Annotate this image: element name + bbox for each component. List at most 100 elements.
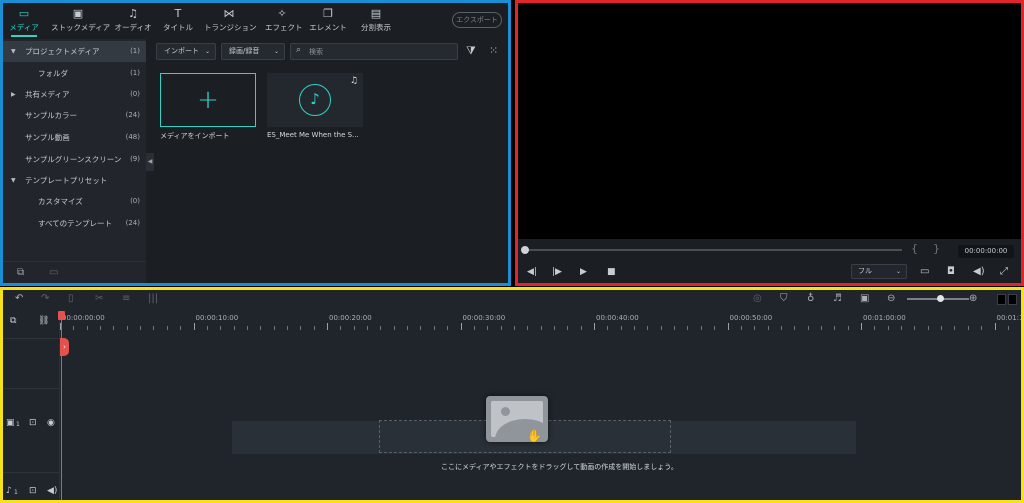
- sidebar-item-sample-videos[interactable]: サンプル動画 (48): [3, 127, 146, 148]
- layout-panel-icon[interactable]: [1008, 294, 1017, 305]
- tab-effects[interactable]: ✧ エフェクト: [265, 7, 303, 37]
- zoom-out-icon[interactable]: ⊖: [887, 293, 895, 304]
- import-dropdown[interactable]: インポート ⌄: [156, 43, 216, 60]
- ruler-tick: [260, 326, 262, 330]
- step-back-icon[interactable]: ◀|: [527, 267, 537, 277]
- tab-titles[interactable]: T タイトル: [163, 7, 193, 37]
- ruler-tick: [300, 326, 302, 330]
- export-button[interactable]: エクスポート: [452, 12, 502, 28]
- microphone-icon[interactable]: ♁: [807, 293, 814, 304]
- tab-transitions[interactable]: ⋈ トランジション: [204, 7, 257, 37]
- ruler-tick: [567, 326, 569, 330]
- sidebar-item-all-templates[interactable]: すべてのテンプレート (24): [3, 213, 146, 234]
- render-preview-icon[interactable]: ◎: [753, 293, 762, 304]
- lock-icon[interactable]: ⊡: [29, 418, 37, 428]
- ruler-tick: [1007, 326, 1009, 330]
- sidebar-item-sample-green-screen[interactable]: サンプルグリーンスクリーン (9): [3, 149, 146, 170]
- grid-view-icon[interactable]: ⁙: [489, 44, 498, 57]
- sidebar-item-sample-colors[interactable]: サンプルカラー (24): [3, 105, 146, 126]
- step-forward-icon[interactable]: |▶: [552, 267, 562, 277]
- audio-mixer-icon[interactable]: ♬: [833, 293, 842, 304]
- ruler-tick: [727, 323, 729, 330]
- tab-media[interactable]: ▭ メディア: [9, 7, 39, 37]
- collapse-sidebar-handle[interactable]: ◀: [146, 153, 154, 171]
- tab-split-screen[interactable]: ▤ 分割表示: [357, 7, 395, 37]
- expand-arrow-icon[interactable]: ▼: [11, 170, 16, 191]
- play-icon[interactable]: ▶: [580, 267, 587, 277]
- fullscreen-icon[interactable]: ⤢: [1000, 266, 1008, 277]
- expand-arrow-icon[interactable]: ▼: [11, 41, 16, 62]
- sidebar-item-shared-media[interactable]: ▶ 共有メディア (0): [3, 84, 146, 105]
- eye-icon[interactable]: ◉: [47, 418, 55, 428]
- track-separator: [3, 388, 60, 389]
- ruler-tick: [246, 326, 248, 330]
- timeline-toolbar: ↶ ↷ ▯ ✂ ≡ ||| ◎ ⛉ ♁ ♬ ▣ ⊖ ⊕: [3, 290, 1021, 308]
- folder-icon[interactable]: ▭: [49, 267, 58, 278]
- ruler-tick: [834, 326, 836, 330]
- volume-icon[interactable]: ◀): [973, 266, 985, 277]
- timeline-tracks[interactable]: ✋ ここにメディアやエフェクトをドラッグして動画の作成を開始しましょう。: [61, 334, 1021, 500]
- search-input[interactable]: [309, 45, 449, 58]
- ruler-tick: [473, 326, 475, 330]
- link-icon[interactable]: ⛓: [38, 316, 49, 326]
- ruler-time-label: 00:00:20:00: [329, 314, 372, 322]
- playhead-handle[interactable]: [58, 311, 65, 320]
- cut-scissors-icon[interactable]: ✂: [95, 293, 103, 304]
- expand-arrow-icon[interactable]: ▶: [11, 84, 16, 105]
- ruler-tick: [447, 326, 449, 330]
- import-media-tile[interactable]: +: [160, 73, 256, 127]
- adjust-sliders-icon[interactable]: ≡: [122, 293, 130, 304]
- ruler-tick: [994, 323, 996, 330]
- sidebar-item-project-media[interactable]: ▼ プロジェクトメディア (1): [3, 41, 146, 62]
- ruler-tick: [86, 326, 88, 330]
- preview-scrubber[interactable]: [521, 246, 902, 254]
- ruler-tick: [313, 326, 315, 330]
- sidebar-item-template-presets[interactable]: ▼ テンプレートプリセット: [3, 170, 146, 191]
- pip-icon[interactable]: ▣: [860, 293, 869, 304]
- timeline-zoom-slider[interactable]: [907, 295, 969, 302]
- ruler-time-label: 00:00:40:00: [596, 314, 639, 322]
- record-dropdown[interactable]: 録画/録音 ⌄: [221, 43, 285, 60]
- timeline-ruler[interactable]: 00:00:00:00 00:00:10:00 00:00:20:00 00:00:3…: [60, 312, 1021, 332]
- track-header: ⧉ ⛓ ▣ 1 ⊡ ◉ ♪ 1 ⊡ ◀): [3, 312, 60, 500]
- music-disc-icon: ♪: [299, 84, 331, 116]
- tab-stock-media[interactable]: ▣ ストックメディア: [51, 7, 110, 37]
- mark-in-icon[interactable]: {: [911, 242, 918, 255]
- zoom-in-icon[interactable]: ⊕: [969, 293, 977, 304]
- ruler-tick: [660, 326, 662, 330]
- ruler-tick: [353, 326, 355, 330]
- tab-audio[interactable]: ♫ オーディオ: [114, 7, 152, 37]
- ruler-tick: [740, 326, 742, 330]
- scrubber-knob[interactable]: [521, 246, 529, 254]
- redo-icon[interactable]: ↷: [41, 293, 49, 304]
- ruler-tick: [794, 326, 796, 330]
- filter-icon[interactable]: ⧩: [466, 44, 476, 58]
- ruler-tick: [420, 326, 422, 330]
- speaker-icon[interactable]: ◀): [47, 486, 57, 496]
- zoom-slider-knob[interactable]: [937, 295, 944, 302]
- ruler-tick: [981, 326, 983, 330]
- playhead-track-marker[interactable]: ›: [60, 338, 69, 356]
- marker-shield-icon[interactable]: ⛉: [780, 293, 788, 304]
- add-track-icon[interactable]: ⧉: [10, 316, 16, 326]
- sidebar-item-customize[interactable]: カスタマイズ (0): [3, 191, 146, 212]
- ruler-tick: [674, 326, 676, 330]
- lock-icon[interactable]: ⊡: [29, 486, 37, 496]
- mark-out-icon[interactable]: }: [933, 242, 940, 255]
- display-monitor-icon[interactable]: ▭: [920, 266, 929, 277]
- snapshot-camera-icon[interactable]: ◘: [947, 266, 955, 277]
- layout-panel-icon[interactable]: [997, 294, 1006, 305]
- audio-waveform-icon[interactable]: |||: [148, 293, 158, 304]
- undo-icon[interactable]: ↶: [15, 293, 23, 304]
- tab-elements[interactable]: ❐ エレメント: [309, 7, 347, 37]
- search-box[interactable]: ⌕: [290, 43, 458, 60]
- media-tab-bar: ▭ メディア ▣ ストックメディア ♫ オーディオ T タイトル ⋈ トランジシ…: [3, 3, 508, 39]
- plus-icon: +: [197, 85, 219, 115]
- playback-quality-dropdown[interactable]: フル ⌄: [851, 264, 907, 279]
- audio-clip-tile[interactable]: ♪ ♫: [267, 73, 363, 127]
- sidebar-item-folder[interactable]: フォルダ (1): [3, 63, 146, 84]
- new-folder-icon[interactable]: ⧉: [17, 267, 24, 278]
- stop-icon[interactable]: ■: [607, 267, 616, 277]
- delete-icon[interactable]: ▯: [68, 293, 74, 304]
- ruler-tick: [620, 326, 622, 330]
